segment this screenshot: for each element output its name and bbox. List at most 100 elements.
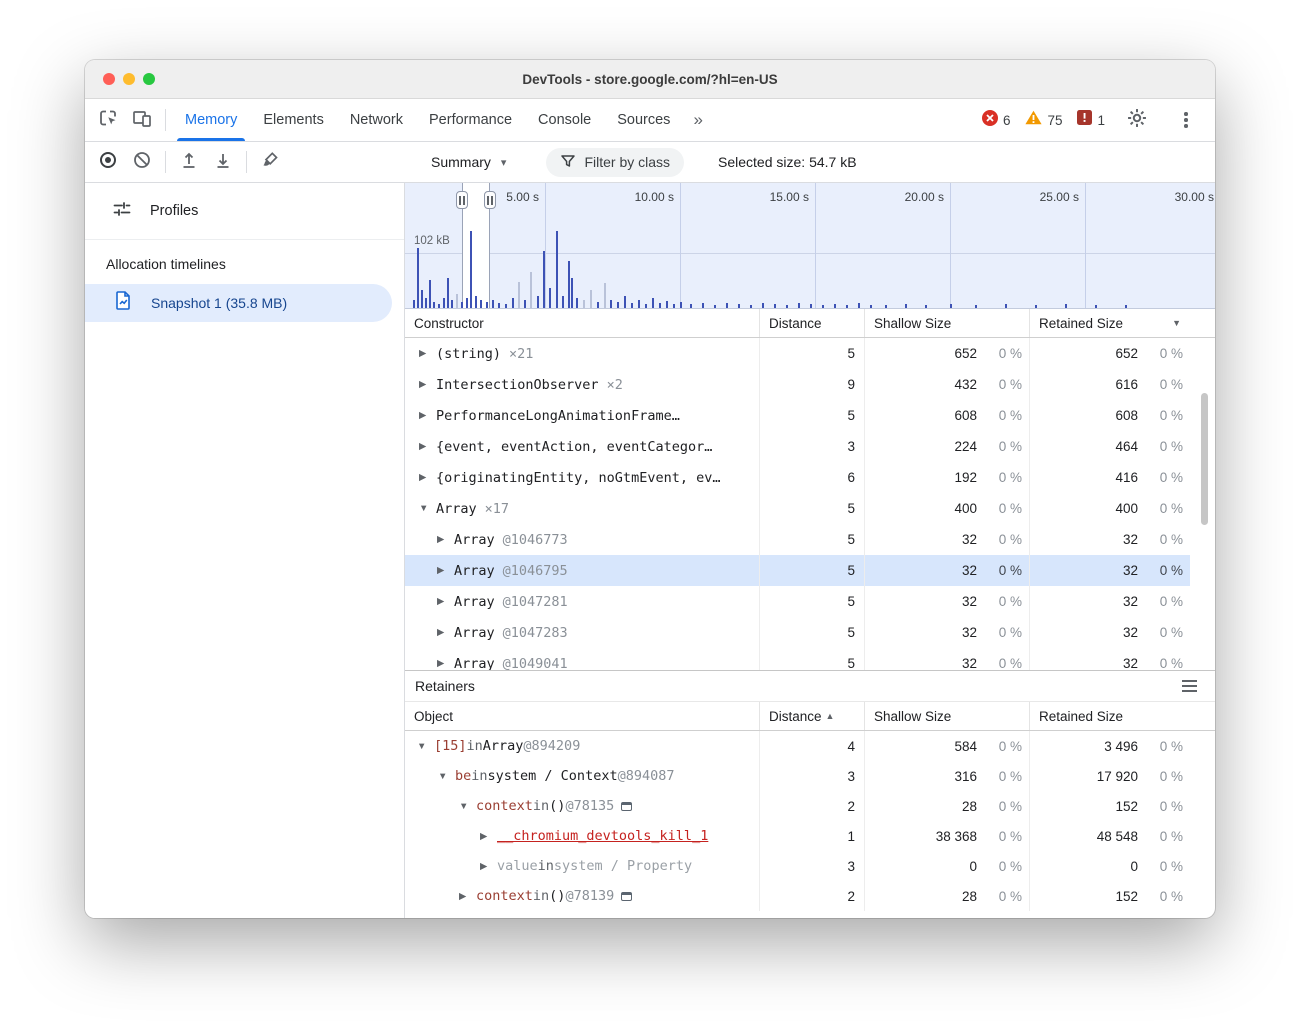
size-value: 464 xyxy=(1030,439,1138,454)
retainer-row[interactable]: ▶__chromium_devtools_kill_1138 3680 %48 … xyxy=(405,821,1190,851)
column-header-shallow-size[interactable]: Shallow Size xyxy=(865,702,1030,730)
warning-count: 75 xyxy=(1047,113,1062,128)
vertical-scrollbar[interactable] xyxy=(1201,393,1208,525)
allocation-bar xyxy=(631,303,633,308)
device-toolbar-button[interactable] xyxy=(125,99,159,141)
reveal-in-window-icon[interactable] xyxy=(621,892,632,901)
expand-icon[interactable]: ▶ xyxy=(419,348,436,359)
settings-button[interactable] xyxy=(1120,108,1154,133)
heap-row[interactable]: ▶Array@10472835320 %320 % xyxy=(405,617,1190,648)
tab-network[interactable]: Network xyxy=(337,99,416,141)
allocation-bar xyxy=(846,305,848,308)
expand-icon[interactable]: ▶ xyxy=(419,379,436,390)
size-percent: 0 % xyxy=(1138,889,1190,904)
heap-row[interactable]: ▶{event, eventAction, eventCategor…32240… xyxy=(405,431,1190,462)
allocation-bar xyxy=(549,288,551,308)
size-value: 192 xyxy=(865,470,977,485)
size-percent: 0 % xyxy=(977,439,1029,454)
column-label: Shallow Size xyxy=(874,316,951,331)
clear-all-profiles-button[interactable] xyxy=(125,150,159,175)
titlebar[interactable]: DevTools - store.google.com/?hl=en-US xyxy=(85,60,1215,99)
instance-count: ×21 xyxy=(509,346,533,362)
reveal-in-window-icon[interactable] xyxy=(621,802,632,811)
more-tabs-button[interactable]: » xyxy=(683,99,712,141)
heap-row[interactable]: ▶Array@10490415320 %320 % xyxy=(405,648,1190,670)
tab-console[interactable]: Console xyxy=(525,99,604,141)
heap-row[interactable]: ▶Array@10467735320 %320 % xyxy=(405,524,1190,555)
retainer-row[interactable]: ▶value in system / Property300 %00 % xyxy=(405,851,1190,881)
expand-icon[interactable]: ▶ xyxy=(437,596,454,607)
record-button[interactable] xyxy=(91,150,125,175)
size-value: 400 xyxy=(865,501,977,516)
tab-performance[interactable]: Performance xyxy=(416,99,525,141)
shallow-size-cell: 320 % xyxy=(865,617,1030,648)
perspective-select[interactable]: Summary ▾ xyxy=(421,150,516,174)
class-filter[interactable]: Filter by class xyxy=(546,148,684,177)
retainer-row[interactable]: ▼be in system / Context @89408733160 %17… xyxy=(405,761,1190,791)
expand-icon[interactable]: ▶ xyxy=(437,658,454,669)
heap-row[interactable]: ▶PerformanceLongAnimationFrame…56080 %60… xyxy=(405,400,1190,431)
console-errors-button[interactable]: 6 xyxy=(982,110,1011,131)
tab-memory[interactable]: Memory xyxy=(172,99,250,141)
ret ainers-menu-button[interactable] xyxy=(1182,685,1205,687)
collapse-icon[interactable]: ▼ xyxy=(417,741,434,752)
retainer-row[interactable]: ▼context in () @781352280 %1520 % xyxy=(405,791,1190,821)
expand-icon[interactable]: ▶ xyxy=(459,891,476,902)
distance-cell: 3 xyxy=(760,431,865,462)
expand-icon[interactable]: ▶ xyxy=(480,831,497,842)
heap-row[interactable]: ▶{originatingEntity, noGtmEvent, ev…6192… xyxy=(405,462,1190,493)
allocation-bar xyxy=(475,296,477,308)
size-percent: 0 % xyxy=(1138,501,1190,516)
heap-row[interactable]: ▶IntersectionObserver×294320 %6160 % xyxy=(405,369,1190,400)
inspect-element-button[interactable] xyxy=(91,99,125,141)
tab-elements[interactable]: Elements xyxy=(250,99,336,141)
expand-icon[interactable]: ▶ xyxy=(480,861,497,872)
shallow-size-cell: 280 % xyxy=(865,791,1030,821)
console-warnings-button[interactable]: 75 xyxy=(1025,110,1062,130)
zoom-button[interactable] xyxy=(143,73,155,85)
column-header-distance[interactable]: Distance xyxy=(760,309,865,337)
column-header-distance[interactable]: Distance ▲ xyxy=(760,702,865,730)
heap-row[interactable]: ▶Array@10467955320 %320 % xyxy=(405,555,1190,586)
expand-icon[interactable]: ▶ xyxy=(437,627,454,638)
column-header-retained-size[interactable]: Retained Size xyxy=(1030,702,1190,730)
object-part: system / Property xyxy=(554,858,692,874)
retainer-row[interactable]: ▶context in () @781392280 %1520 % xyxy=(405,881,1190,911)
heap-row[interactable]: ▶(string)×2156520 %6520 % xyxy=(405,338,1190,369)
save-profile-button[interactable] xyxy=(206,150,240,175)
snapshot-item[interactable]: Snapshot 1 (35.8 MB) xyxy=(85,284,392,322)
close-button[interactable] xyxy=(103,73,115,85)
object-part: Array xyxy=(483,738,524,754)
retainer-row[interactable]: ▼[15] in Array @89420945840 %3 4960 % xyxy=(405,731,1190,761)
expand-icon[interactable]: ▶ xyxy=(419,472,436,483)
object-name: Array xyxy=(436,501,477,517)
object-cell: ▼be in system / Context @894087 xyxy=(405,761,760,791)
heap-table-body: ▶(string)×2156520 %6520 %▶IntersectionOb… xyxy=(405,338,1215,670)
collapse-icon[interactable]: ▼ xyxy=(419,503,436,514)
minimize-button[interactable] xyxy=(123,73,135,85)
shallow-size-cell: 38 3680 % xyxy=(865,821,1030,851)
heap-row[interactable]: ▶Array@10472815320 %320 % xyxy=(405,586,1190,617)
expand-icon[interactable]: ▶ xyxy=(419,410,436,421)
column-header-constructor[interactable]: Constructor xyxy=(405,309,760,337)
column-header-shallow-size[interactable]: Shallow Size xyxy=(865,309,1030,337)
collapse-icon[interactable]: ▼ xyxy=(459,801,476,812)
issues-button[interactable]: 1 xyxy=(1077,110,1105,130)
constructor-cell: ▼Array×17 xyxy=(405,493,760,524)
column-header-object[interactable]: Object xyxy=(405,702,760,730)
expand-icon[interactable]: ▶ xyxy=(437,534,454,545)
delete-profile-button[interactable] xyxy=(253,150,287,175)
size-value: 416 xyxy=(1030,470,1138,485)
object-part: @894209 xyxy=(523,738,580,754)
load-profile-button[interactable] xyxy=(172,150,206,175)
menu-button[interactable] xyxy=(1169,118,1203,122)
expand-icon[interactable]: ▶ xyxy=(419,441,436,452)
timeline-overview[interactable]: 102 kB 5.00 s10.00 s15.00 s20.00 s25.00 … xyxy=(405,183,1215,309)
heap-row[interactable]: ▼Array×1754000 %4000 % xyxy=(405,493,1190,524)
expand-icon[interactable]: ▶ xyxy=(437,565,454,576)
object-cell: ▼context in () @78135 xyxy=(405,791,760,821)
tab-sources[interactable]: Sources xyxy=(604,99,683,141)
collapse-icon[interactable]: ▼ xyxy=(438,771,455,782)
retained-size-cell: 4160 % xyxy=(1030,462,1190,493)
column-header-retained-size[interactable]: Retained Size ▼ xyxy=(1030,309,1190,337)
